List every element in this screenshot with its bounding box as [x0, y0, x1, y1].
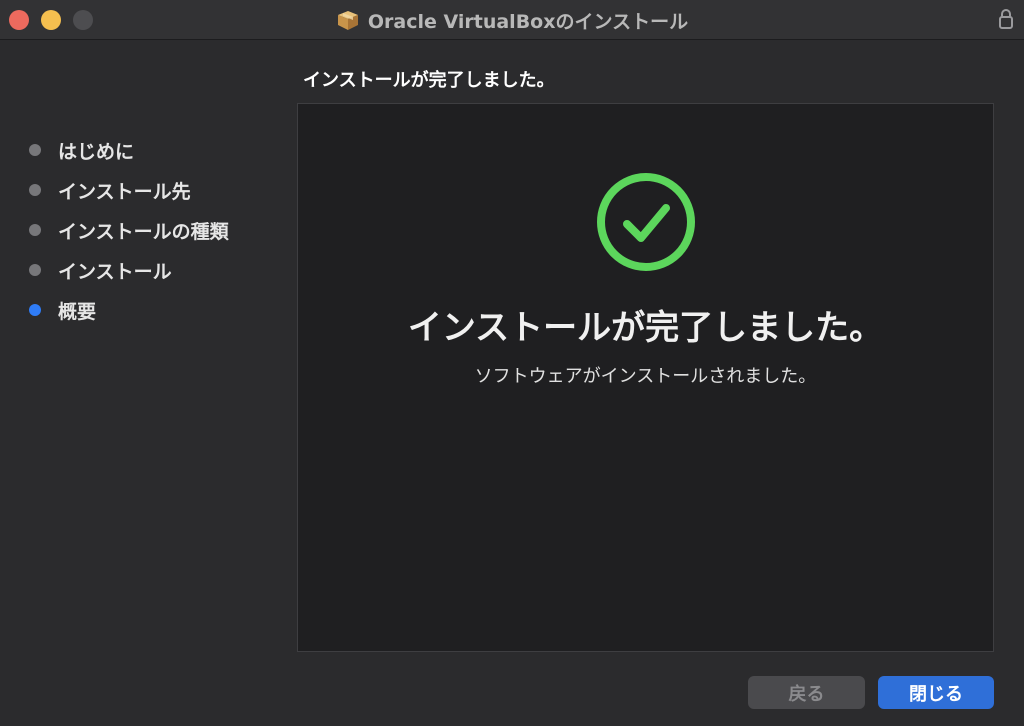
step-dot — [29, 184, 41, 196]
checkmark-circle-icon — [597, 173, 695, 271]
step-installation-type: インストールの種類 — [0, 210, 290, 250]
completion-subtitle: ソフトウェアがインストールされました。 — [474, 366, 817, 387]
installer-window: Oracle VirtualBoxのインストール はじめに インストール先 イン… — [0, 0, 1024, 726]
step-label: インストール先 — [58, 180, 191, 203]
steps-sidebar: はじめに インストール先 インストールの種類 インストール 概要 — [0, 130, 290, 330]
package-icon — [337, 11, 358, 30]
step-label: インストール — [58, 260, 172, 283]
step-label: インストールの種類 — [58, 220, 229, 243]
step-dot — [29, 264, 41, 276]
step-installation: インストール — [0, 250, 290, 290]
lock-icon — [999, 9, 1013, 29]
step-label: はじめに — [58, 140, 135, 163]
window-title: Oracle VirtualBoxのインストール — [367, 10, 689, 33]
step-dot — [29, 144, 41, 156]
page-heading: インストールが完了しました。 — [303, 70, 555, 91]
step-summary: 概要 — [0, 290, 290, 330]
step-destination: インストール先 — [0, 170, 290, 210]
close-button[interactable]: 閉じる — [878, 676, 994, 709]
step-dot-active — [29, 304, 41, 316]
step-introduction: はじめに — [0, 130, 290, 170]
step-label: 概要 — [58, 300, 97, 323]
title-area: Oracle VirtualBoxのインストール — [0, 0, 1024, 40]
back-button[interactable]: 戻る — [748, 676, 865, 709]
content-panel: インストールが完了しました。 ソフトウェアがインストールされました。 — [297, 103, 994, 652]
step-dot — [29, 224, 41, 236]
title-bar: Oracle VirtualBoxのインストール — [0, 0, 1024, 40]
completion-title: インストールが完了しました。 — [407, 308, 884, 348]
